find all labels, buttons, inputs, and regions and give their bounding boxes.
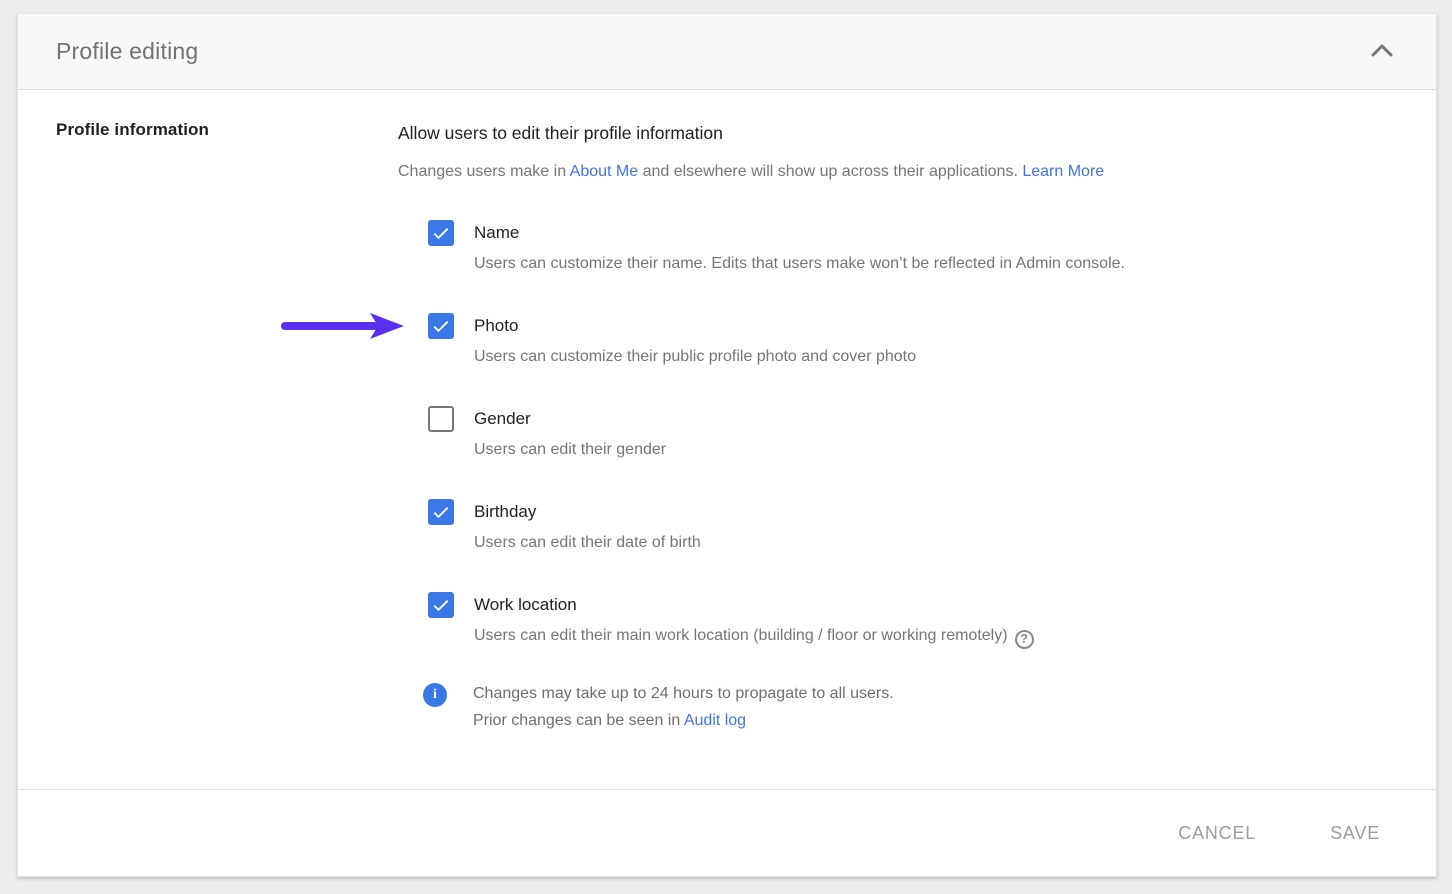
audit-log-link[interactable]: Audit log	[684, 712, 746, 729]
subheading-text: Changes users make in	[398, 163, 570, 180]
option-label: Birthday	[474, 499, 701, 525]
info-icon: i	[423, 683, 447, 707]
section-heading: Allow users to edit their profile inform…	[398, 120, 1398, 146]
option-label: Name	[474, 220, 1125, 246]
panel-header: Profile editing	[18, 14, 1436, 90]
setting-content-column: Allow users to edit their profile inform…	[398, 120, 1398, 790]
option-label: Gender	[474, 406, 666, 432]
purple-right-arrow-annotation	[280, 311, 410, 341]
birthday-checkbox[interactable]	[428, 499, 454, 525]
cancel-button[interactable]: CANCEL	[1176, 815, 1258, 852]
note-line-2: Prior changes can be seen in Audit log	[473, 707, 894, 734]
setting-name-column: Profile information	[56, 120, 398, 790]
subheading-text: and elsewhere will show up across their …	[638, 163, 1022, 180]
option-row-gender: Gender Users can edit their gender	[428, 406, 1398, 463]
option-description: Users can edit their date of birth	[474, 530, 701, 556]
photo-checkbox[interactable]	[428, 313, 454, 339]
option-description: Users can customize their name. Edits th…	[474, 251, 1125, 277]
gender-checkbox[interactable]	[428, 406, 454, 432]
save-button[interactable]: SAVE	[1328, 815, 1382, 852]
setting-name: Profile information	[56, 120, 398, 140]
chevron-up-icon	[1371, 43, 1393, 60]
learn-more-link[interactable]: Learn More	[1022, 163, 1104, 180]
work-location-checkbox[interactable]	[428, 592, 454, 618]
note-line-1: Changes may take up to 24 hours to propa…	[473, 680, 894, 707]
option-row-work-location: Work location Users can edit their main …	[428, 592, 1398, 649]
help-circle-icon[interactable]: ?	[1015, 630, 1034, 649]
name-checkbox[interactable]	[428, 220, 454, 246]
option-label: Work location	[474, 592, 1034, 618]
options-list: Name Users can customize their name. Edi…	[428, 220, 1398, 649]
option-row-birthday: Birthday Users can edit their date of bi…	[428, 499, 1398, 556]
panel-footer: CANCEL SAVE	[18, 789, 1436, 876]
panel-title: Profile editing	[56, 38, 1366, 65]
option-description: Users can edit their main work location …	[474, 623, 1034, 649]
about-me-link[interactable]: About Me	[570, 163, 638, 180]
option-row-photo: Photo Users can customize their public p…	[428, 313, 1398, 370]
option-label: Photo	[474, 313, 916, 339]
option-row-name: Name Users can customize their name. Edi…	[428, 220, 1398, 277]
propagation-note: i Changes may take up to 24 hours to pro…	[423, 680, 1398, 734]
panel-body: Profile information Allow users to edit …	[18, 90, 1436, 790]
option-description: Users can edit their gender	[474, 437, 666, 463]
profile-editing-panel: Profile editing Profile information Allo…	[17, 13, 1437, 877]
note-line-2-text: Prior changes can be seen in	[473, 712, 684, 729]
section-subheading: Changes users make in About Me and elsew…	[398, 159, 1398, 185]
collapse-button[interactable]	[1366, 36, 1398, 68]
option-description: Users can customize their public profile…	[474, 344, 916, 370]
option-description-text: Users can edit their main work location …	[474, 627, 1008, 644]
